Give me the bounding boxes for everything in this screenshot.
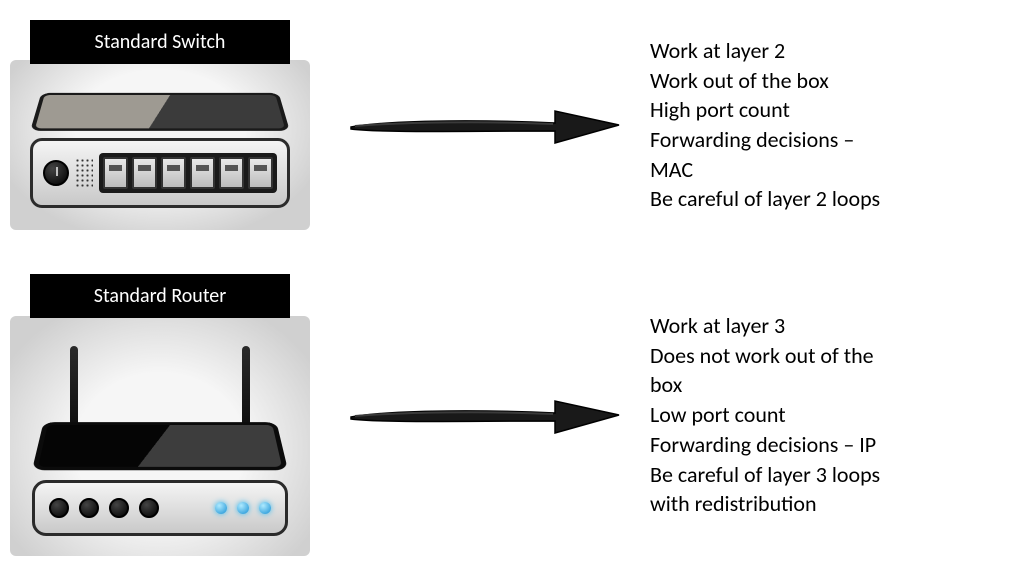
status-led-icon — [215, 502, 227, 514]
router-device-column: Standard Router — [0, 274, 320, 556]
ethernet-port-icon — [248, 157, 273, 189]
ethernet-port-bank — [99, 153, 277, 193]
switch-row: Standard Switch Wo — [0, 10, 1024, 240]
switch-features-text: Work at layer 2 Work out of the box High… — [650, 36, 994, 214]
power-button-icon — [43, 160, 69, 186]
router-row: Standard Router Work at layer 3 Do — [0, 270, 1024, 560]
router-front-panel — [32, 480, 288, 536]
router-top-face — [32, 422, 288, 470]
switch-arrow-column — [320, 97, 650, 153]
router-features: Work at layer 3 Does not work out of the… — [650, 311, 1024, 519]
ethernet-port-icon — [161, 157, 186, 189]
arrow-right-icon — [345, 387, 625, 443]
router-illustration — [10, 316, 310, 556]
switch-label: Standard Switch — [30, 20, 290, 64]
ethernet-port-icon — [103, 157, 128, 189]
vent-grille-icon — [75, 158, 93, 188]
router-button-icon — [49, 498, 69, 518]
status-led-icon — [237, 502, 249, 514]
router-label: Standard Router — [30, 274, 290, 318]
status-led-icon — [259, 502, 271, 514]
switch-device-column: Standard Switch — [0, 20, 320, 230]
router-button-icon — [139, 498, 159, 518]
arrow-right-icon — [345, 97, 625, 153]
ethernet-port-icon — [219, 157, 244, 189]
router-arrow-column — [320, 387, 650, 443]
switch-illustration — [10, 60, 310, 230]
ethernet-port-icon — [132, 157, 157, 189]
switch-top-face — [30, 93, 290, 131]
router-button-icon — [109, 498, 129, 518]
router-button-icon — [79, 498, 99, 518]
ethernet-port-icon — [190, 157, 215, 189]
router-features-text: Work at layer 3 Does not work out of the… — [650, 311, 994, 519]
switch-front-panel — [30, 138, 290, 208]
switch-features: Work at layer 2 Work out of the box High… — [650, 36, 1024, 214]
